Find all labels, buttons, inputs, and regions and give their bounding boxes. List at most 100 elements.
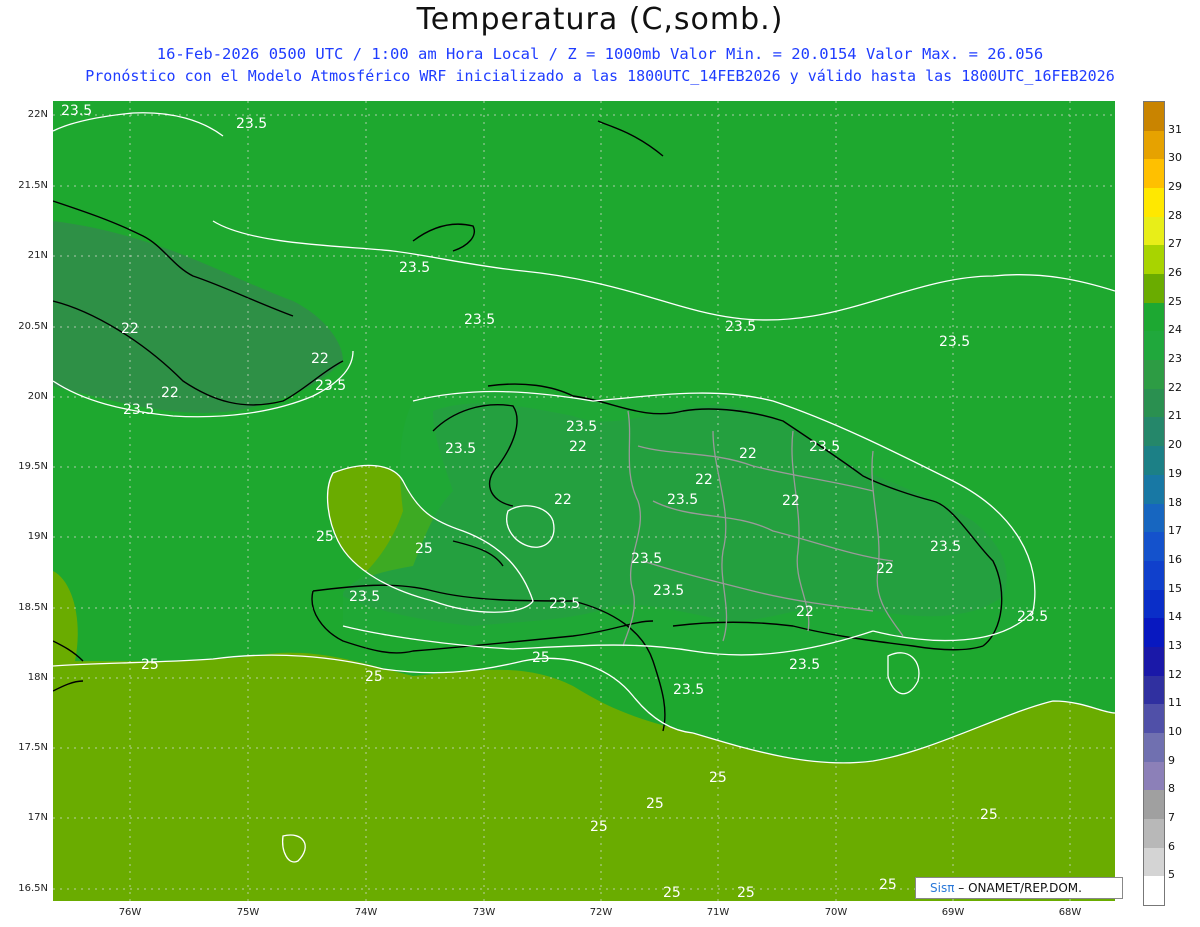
contour-label: 25 — [663, 885, 681, 901]
colorbar-label: 18 — [1168, 495, 1182, 509]
contour-label: 23.5 — [236, 116, 267, 132]
contour-label: 23.5 — [725, 319, 756, 335]
colorbar-label: 12 — [1168, 667, 1182, 681]
colorbar-segment — [1144, 761, 1164, 791]
colorbar-label: 27 — [1168, 237, 1182, 251]
colorbar-label: 19 — [1168, 466, 1182, 480]
lon-label: 76W — [118, 907, 142, 918]
colorbar-segment — [1144, 302, 1164, 332]
contour-label: 25 — [737, 885, 755, 901]
contour-label: 23.5 — [566, 419, 597, 435]
credit-org: – ONAMET/REP.DOM. — [958, 881, 1082, 895]
lat-label: 21.5N — [18, 180, 48, 191]
colorbar-label: 20 — [1168, 438, 1182, 452]
lon-label: 72W — [589, 907, 613, 918]
contour-label: 25 — [879, 877, 897, 893]
colorbar-segment — [1144, 216, 1164, 246]
contour-label: 23.5 — [789, 657, 820, 673]
colorbar-label: 11 — [1168, 696, 1182, 710]
contour-label: 22 — [876, 561, 894, 577]
lat-label: 19.5N — [18, 461, 48, 472]
colorbar-segment — [1144, 245, 1164, 275]
contour-label: 23.5 — [349, 589, 380, 605]
colorbar-segment — [1144, 102, 1164, 132]
colorbar — [1143, 101, 1165, 906]
colorbar-segment — [1144, 675, 1164, 705]
contour-label: 22 — [796, 604, 814, 620]
contour-label: 23.5 — [464, 312, 495, 328]
colorbar-segment — [1144, 704, 1164, 734]
lat-label: 18.5N — [18, 602, 48, 613]
contour-label: 23.5 — [445, 441, 476, 457]
colorbar-segment — [1144, 360, 1164, 390]
contour-label: 23.5 — [939, 334, 970, 350]
colorbar-segment — [1144, 130, 1164, 160]
colorbar-label: 25 — [1168, 294, 1182, 308]
colorbar-label: 16 — [1168, 552, 1182, 566]
contour-label: 23.5 — [667, 492, 698, 508]
contour-label: 23.5 — [315, 378, 346, 394]
lat-label: 19N — [27, 531, 48, 542]
contour-label: 22 — [782, 493, 800, 509]
lat-label: 16.5N — [18, 883, 48, 894]
colorbar-label: 17 — [1168, 524, 1182, 538]
contour-label: 22 — [554, 492, 572, 508]
contour-label: 25 — [646, 796, 664, 812]
colorbar-label: 30 — [1168, 151, 1182, 165]
colorbar-segment — [1144, 876, 1164, 906]
lon-label: 74W — [354, 907, 378, 918]
colorbar-segment — [1144, 388, 1164, 418]
colorbar-segment — [1144, 446, 1164, 476]
contour-label: 22 — [121, 321, 139, 337]
contour-label: 23.5 — [930, 539, 961, 555]
colorbar-segment — [1144, 646, 1164, 677]
colorbar-segment — [1144, 589, 1164, 619]
lat-label: 21N — [27, 250, 48, 261]
sispi-logo: Sisπ — [930, 881, 955, 895]
colorbar-segment — [1144, 274, 1164, 304]
contour-label: 23.5 — [673, 682, 704, 698]
colorbar-segment — [1144, 474, 1164, 504]
lat-label: 20N — [27, 391, 48, 402]
colorbar-segment — [1144, 532, 1164, 562]
contour-label: 22 — [569, 439, 587, 455]
colorbar-segment — [1144, 331, 1164, 361]
colorbar-segment — [1144, 417, 1164, 447]
colorbar-segment — [1144, 732, 1164, 763]
valid-time-line: 16-Feb-2026 0500 UTC / 1:00 am Hora Loca… — [156, 45, 1044, 63]
lon-label: 70W — [824, 907, 848, 918]
colorbar-label: 5 — [1168, 868, 1175, 882]
colorbar-segment — [1144, 188, 1164, 218]
contour-label: 23.5 — [61, 103, 92, 119]
chart-title: Temperatura (C,somb.) — [416, 2, 784, 37]
contour-label: 22 — [161, 385, 179, 401]
colorbar-label: 26 — [1168, 266, 1182, 280]
contour-label: 25 — [365, 669, 383, 685]
colorbar-label: 13 — [1168, 638, 1182, 652]
contour-label: 23.5 — [809, 439, 840, 455]
lat-label: 22N — [27, 109, 48, 120]
lon-label: 75W — [236, 907, 260, 918]
contour-label: 22 — [311, 351, 329, 367]
contour-label: 23.5 — [399, 260, 430, 276]
colorbar-label: 29 — [1168, 180, 1182, 194]
lon-label: 73W — [472, 907, 496, 918]
lon-label: 69W — [941, 907, 965, 918]
colorbar-segment — [1144, 159, 1164, 189]
contour-label: 22 — [739, 446, 757, 462]
lat-label: 18N — [27, 672, 48, 683]
lon-label: 71W — [706, 907, 730, 918]
colorbar-segment — [1144, 560, 1164, 591]
contour-label: 25 — [415, 541, 433, 557]
colorbar-label: 15 — [1168, 581, 1182, 595]
contour-label: 25 — [532, 650, 550, 666]
model-info-line: Pronóstico con el Modelo Atmosférico WRF… — [85, 67, 1115, 85]
contour-label: 25 — [590, 819, 608, 835]
colorbar-label: 6 — [1168, 839, 1175, 853]
colorbar-label: 9 — [1168, 753, 1175, 767]
contour-label: 25 — [980, 807, 998, 823]
contour-label: 23.5 — [631, 551, 662, 567]
colorbar-segment — [1144, 790, 1164, 820]
lat-label: 17.5N — [18, 742, 48, 753]
lat-label: 20.5N — [18, 321, 48, 332]
